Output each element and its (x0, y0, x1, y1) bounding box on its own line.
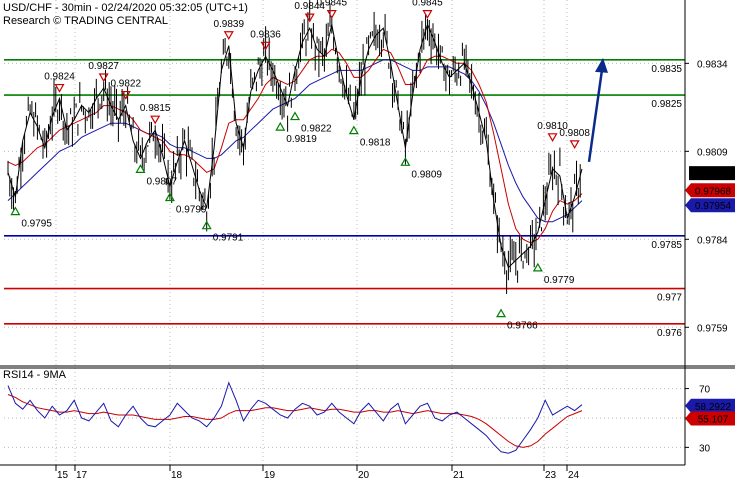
swing-high-label: 0.9845 (412, 0, 443, 9)
level-label-support: 0.976 (657, 328, 682, 339)
swing-high-label: 0.9845 (316, 0, 347, 9)
swing-low-label: 0.9799 (176, 205, 207, 216)
swing-low-label: 0.9822 (301, 124, 332, 135)
swing-high-label: 0.9815 (140, 103, 171, 114)
swing-low-label: 0.9791 (213, 233, 244, 244)
swing-high-label: 0.9836 (250, 29, 281, 40)
price-axis-tick-label: 0.9834 (697, 59, 728, 70)
x-axis-tick-label: 23 (545, 470, 557, 480)
swing-low-label: 0.9795 (21, 219, 52, 230)
level-label-resistance: 0.9835 (651, 64, 682, 75)
ma-value-label: 0.97954 (695, 201, 732, 212)
swing-low-label: 0.9818 (360, 138, 391, 149)
swing-low-label: 0.9809 (411, 169, 442, 180)
price-axis-tick-label: 0.9759 (697, 323, 728, 334)
rsi-axis-tick-label: 30 (699, 443, 711, 454)
swing-high-label: 0.9827 (88, 61, 119, 72)
current-price-label: 0.98028 (694, 169, 731, 180)
chart-subtitle: Research © TRADING CENTRAL (3, 15, 168, 27)
level-label-pivot: 0.9785 (651, 240, 682, 251)
x-axis-tick-label: 20 (358, 470, 370, 480)
rsi-ma-value-label: 55.107 (698, 414, 729, 425)
price-axis-tick-label: 0.9809 (697, 147, 728, 158)
price-axis-tick-label: 0.9784 (697, 235, 728, 246)
level-label-support: 0.977 (657, 293, 682, 304)
x-axis-tick-label: 18 (171, 470, 183, 480)
swing-high-label: 0.9808 (559, 128, 590, 139)
x-axis-tick-label: 24 (568, 470, 580, 480)
level-label-resistance: 0.9825 (651, 99, 682, 110)
swing-low-label: 0.9819 (286, 134, 317, 145)
rsi-panel-title: RSI14 - 9MA (3, 369, 67, 381)
swing-low-label: 0.9766 (507, 321, 538, 332)
x-axis-tick-label: 19 (264, 470, 276, 480)
rsi-value-label: 58.2922 (695, 402, 732, 413)
chart-title: USD/CHF - 30min - 02/24/2020 05:32:05 (U… (3, 2, 248, 14)
chart-canvas: 0.9835 0.9825 0.9785 0.977 0.976 0.9824 0.982… (0, 0, 735, 480)
swing-high-label: 0.9822 (110, 79, 141, 90)
rsi-axis-tick-label: 70 (699, 385, 711, 396)
swing-low-label: 0.9779 (544, 275, 575, 286)
ma-value-label: 0.97968 (695, 186, 732, 197)
swing-low-label: 0.9807 (146, 176, 177, 187)
swing-high-label: 0.9839 (213, 19, 244, 30)
swing-high-label: 0.9824 (44, 72, 75, 83)
x-axis-tick-label: 17 (76, 470, 88, 480)
x-axis-tick-label: 15 (57, 470, 69, 480)
x-axis-tick-label: 21 (453, 470, 465, 480)
